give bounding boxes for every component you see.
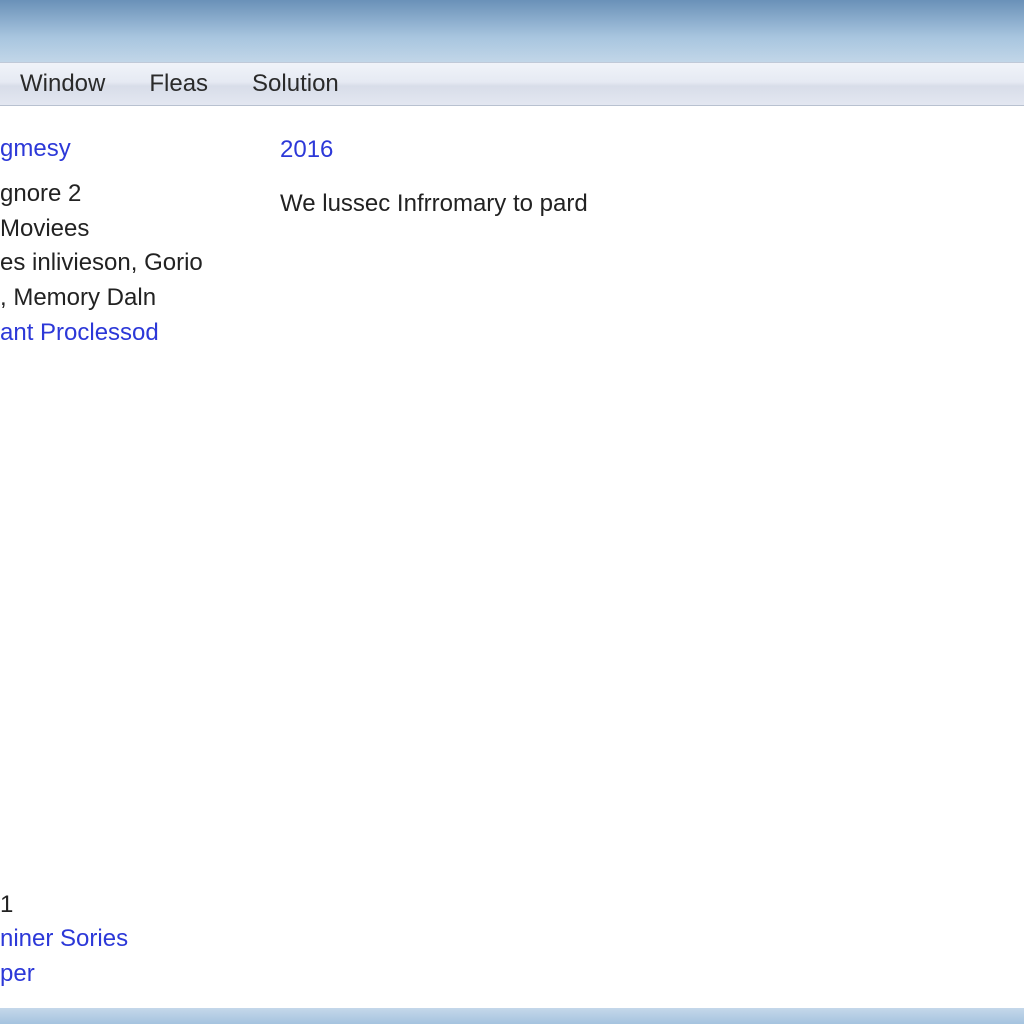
menu-item-solution[interactable]: Solution	[252, 70, 339, 98]
sidebar-item[interactable]: gmesy	[0, 132, 270, 167]
sidebar-item[interactable]: ant Proclessod	[0, 316, 270, 351]
sidebar-item[interactable]: gnore 2	[0, 177, 270, 212]
main-body-text: We lussec Infrromary to pard	[280, 186, 588, 222]
content-area: gmesy gnore 2 Moviees es inlivieson, Gor…	[0, 106, 1024, 1008]
sidebar-item[interactable]: niner Sories	[0, 922, 128, 957]
window-frame-bottom	[0, 1008, 1024, 1024]
sidebar-item[interactable]: 1	[0, 888, 128, 923]
menu-item-fleas[interactable]: Fleas	[149, 70, 208, 98]
sidebar-item[interactable]: , Memory Daln	[0, 281, 270, 316]
menu-item-window[interactable]: Window	[20, 70, 105, 98]
main-panel: 2016 We lussec Infrromary to pard	[270, 132, 588, 1008]
menu-bar: Window Fleas Solution	[0, 62, 1024, 106]
sidebar-item[interactable]: es inlivieson, Gorio	[0, 246, 270, 281]
window-titlebar	[0, 0, 1024, 62]
sidebar: gmesy gnore 2 Moviees es inlivieson, Gor…	[0, 132, 270, 1008]
sidebar-item[interactable]: per	[0, 957, 128, 992]
main-heading: 2016	[280, 132, 588, 168]
sidebar-bottom-list: 1 niner Sories per	[0, 888, 128, 992]
sidebar-item[interactable]: Moviees	[0, 212, 270, 247]
